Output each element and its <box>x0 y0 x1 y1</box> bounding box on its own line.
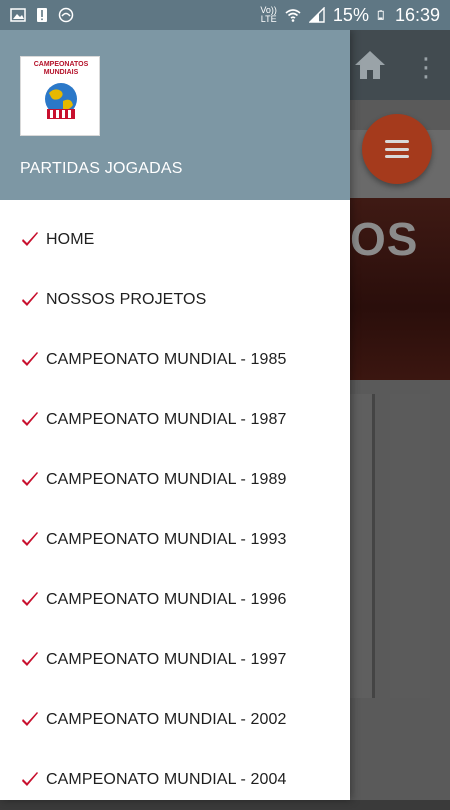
menu-item-label: CAMPEONATO MUNDIAL - 1989 <box>46 471 287 488</box>
menu-item-label: CAMPEONATO MUNDIAL - 1997 <box>46 651 287 668</box>
menu-item-label: CAMPEONATO MUNDIAL - 2004 <box>46 771 287 788</box>
battery-percent: 15% <box>332 4 369 25</box>
logo-title: CAMPEONATOS MUNDIAIS <box>21 61 101 77</box>
menu-item-mundial-1997[interactable]: CAMPEONATO MUNDIAL - 1997 <box>0 630 350 690</box>
menu-item-mundial-2002[interactable]: CAMPEONATO MUNDIAL - 2002 <box>0 690 350 750</box>
menu-item-label: CAMPEONATO MUNDIAL - 1985 <box>46 351 287 368</box>
checkmark-icon <box>22 412 38 426</box>
network-type: Vo)) LTE <box>260 6 277 24</box>
navigation-drawer: CAMPEONATOS MUNDIAIS PARTIDAS JOGADAS HO… <box>0 30 350 800</box>
checkmark-icon <box>22 712 38 726</box>
app-banner-text: OS <box>350 213 419 265</box>
globe-icon <box>45 83 77 119</box>
checkmark-icon <box>22 292 38 306</box>
menu-item-label: HOME <box>46 231 95 248</box>
menu-item-mundial-2004[interactable]: CAMPEONATO MUNDIAL - 2004 <box>0 750 350 810</box>
logo-title-line1: CAMPEONATOS <box>33 61 89 68</box>
status-bar-left <box>10 7 74 23</box>
drawer-menu: HOME NOSSOS PROJETOS CAMPEONATO MUNDIAL … <box>0 210 350 810</box>
checkmark-icon <box>22 472 38 486</box>
menu-item-home[interactable]: HOME <box>0 210 350 270</box>
sync-icon <box>58 7 74 23</box>
more-options-icon[interactable]: ⋮ <box>413 52 439 82</box>
menu-item-mundial-1993[interactable]: CAMPEONATO MUNDIAL - 1993 <box>0 510 350 570</box>
checkmark-icon <box>22 592 38 606</box>
image-icon <box>10 8 26 22</box>
menu-item-mundial-1989[interactable]: CAMPEONATO MUNDIAL - 1989 <box>0 450 350 510</box>
checkmark-icon <box>22 232 38 246</box>
logo-title-line2: MUNDIAIS <box>43 69 79 76</box>
signal-icon <box>308 7 325 23</box>
checkmark-icon <box>22 352 38 366</box>
battery-icon <box>377 10 384 20</box>
menu-item-nossos-projetos[interactable]: NOSSOS PROJETOS <box>0 270 350 330</box>
menu-item-label: CAMPEONATO MUNDIAL - 1993 <box>46 531 287 548</box>
checkmark-icon <box>22 532 38 546</box>
app-card-secondary <box>390 394 430 698</box>
status-bar: Vo)) LTE 15% 16:39 <box>0 0 450 30</box>
menu-item-label: NOSSOS PROJETOS <box>46 291 207 308</box>
clock: 16:39 <box>394 4 440 25</box>
campeonatos-logo: CAMPEONATOS MUNDIAIS <box>20 56 100 136</box>
menu-item-mundial-1985[interactable]: CAMPEONATO MUNDIAL - 1985 <box>0 330 350 390</box>
status-bar-right: Vo)) LTE 15% 16:39 <box>260 5 440 26</box>
menu-item-mundial-1987[interactable]: CAMPEONATO MUNDIAL - 1987 <box>0 390 350 450</box>
menu-item-mundial-1996[interactable]: CAMPEONATO MUNDIAL - 1996 <box>0 570 350 630</box>
alert-icon <box>37 8 47 22</box>
menu-item-label: CAMPEONATO MUNDIAL - 2002 <box>46 711 287 728</box>
drawer-title: PARTIDAS JOGADAS <box>20 160 183 177</box>
network-label-bottom: LTE <box>260 14 277 24</box>
menu-item-label: CAMPEONATO MUNDIAL - 1996 <box>46 591 287 608</box>
wifi-icon <box>285 9 301 22</box>
hamburger-icon <box>385 140 409 158</box>
drawer-header: CAMPEONATOS MUNDIAIS PARTIDAS JOGADAS <box>0 30 350 200</box>
home-icon[interactable] <box>352 48 388 82</box>
menu-item-label: CAMPEONATO MUNDIAL - 1987 <box>46 411 287 428</box>
checkmark-icon <box>22 772 38 786</box>
checkmark-icon <box>22 652 38 666</box>
menu-fab-button[interactable] <box>362 114 432 184</box>
